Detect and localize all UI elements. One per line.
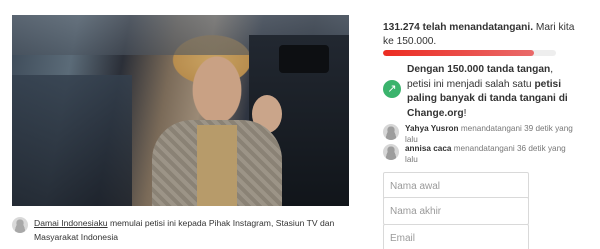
signer-avatar-icon bbox=[383, 124, 399, 140]
milestone-bold-1: Dengan 150.000 tanda tangan bbox=[407, 64, 551, 75]
petition-photo bbox=[12, 15, 349, 206]
signature-progress-bar bbox=[383, 50, 556, 56]
signer-name: Yahya Yusron bbox=[405, 124, 459, 133]
starter-caption: Damai Indonesiaku memulai petisi ini kep… bbox=[34, 216, 354, 244]
progress-fill bbox=[383, 50, 535, 56]
signer-name: annisa caca bbox=[405, 144, 452, 153]
signer-text: Yahya Yusron menandatangani 39 detik yan… bbox=[405, 123, 575, 145]
signer-text: annisa caca menandatangani 36 detik yang… bbox=[405, 143, 575, 165]
signer-avatar-icon bbox=[383, 144, 399, 160]
starter-name-link[interactable]: Damai Indonesiaku bbox=[34, 218, 108, 228]
photo-person bbox=[197, 125, 237, 206]
last-name-field[interactable] bbox=[383, 197, 529, 225]
email-field[interactable] bbox=[383, 224, 529, 249]
signature-count-number: 131.274 telah menandatangani. bbox=[383, 22, 534, 33]
signature-count: 131.274 telah menandatangani. Mari kita … bbox=[383, 21, 583, 49]
starter-avatar-icon bbox=[12, 217, 28, 233]
first-name-field[interactable] bbox=[383, 172, 529, 200]
milestone-message: Dengan 150.000 tanda tangan, petisi ini … bbox=[407, 63, 577, 121]
photo-crowd bbox=[12, 75, 132, 206]
milestone-text-2: ! bbox=[463, 107, 467, 119]
trending-up-icon: ↗ bbox=[383, 80, 401, 98]
photo-camera bbox=[279, 45, 329, 73]
